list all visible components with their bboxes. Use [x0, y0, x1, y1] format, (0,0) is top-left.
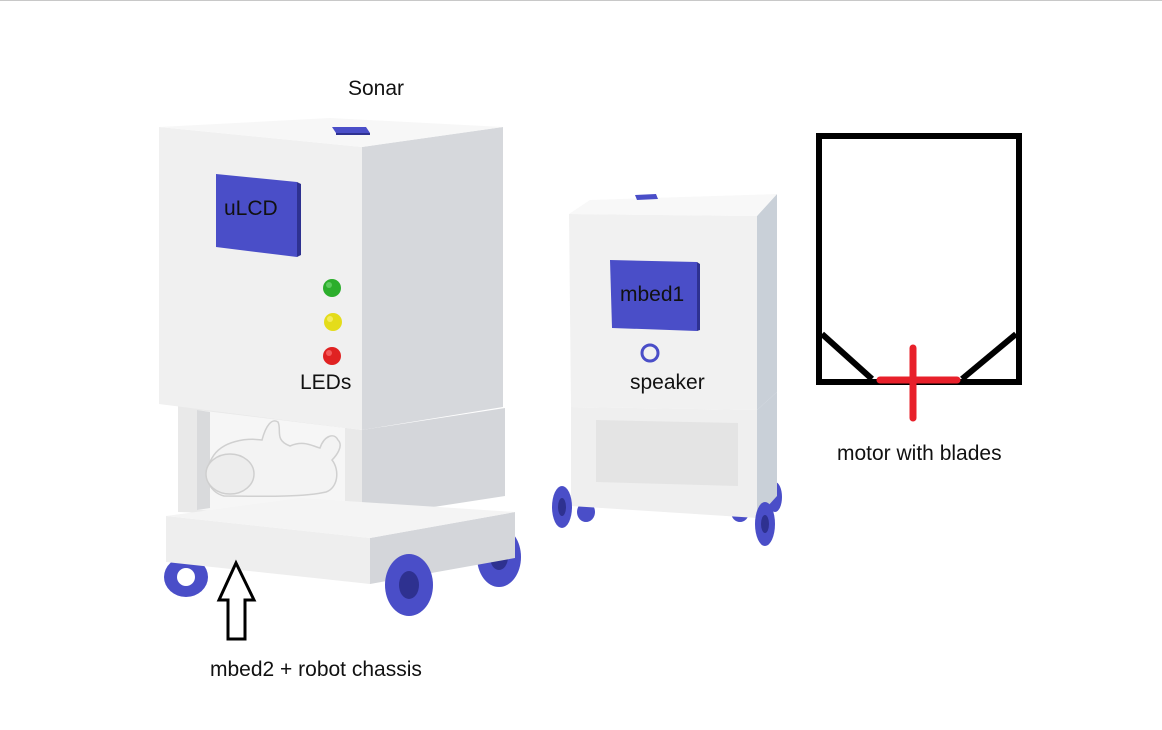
label-chassis: mbed2 + robot chassis [210, 658, 422, 681]
label-leds: LEDs [300, 371, 351, 394]
motor-sketch [816, 133, 1022, 422]
label-ulcd: uLCD [224, 197, 278, 220]
label-sonar: Sonar [348, 77, 404, 100]
robot-unit-mbed1 [552, 194, 782, 546]
robot-design-diagram: Sonar uLCD LEDs mbed1 speaker motor with… [0, 0, 1162, 681]
up-arrow-icon [216, 559, 257, 641]
label-motor: motor with blades [837, 442, 1002, 465]
label-mbed1: mbed1 [620, 283, 684, 306]
sonar-module [332, 127, 370, 135]
led-red [323, 347, 341, 365]
led-yellow [324, 313, 342, 331]
sonar-module-small [635, 194, 658, 200]
label-speaker: speaker [630, 371, 705, 394]
motor-blade-icon [876, 344, 961, 422]
led-green [323, 279, 341, 297]
robot-chassis-large [159, 118, 521, 616]
